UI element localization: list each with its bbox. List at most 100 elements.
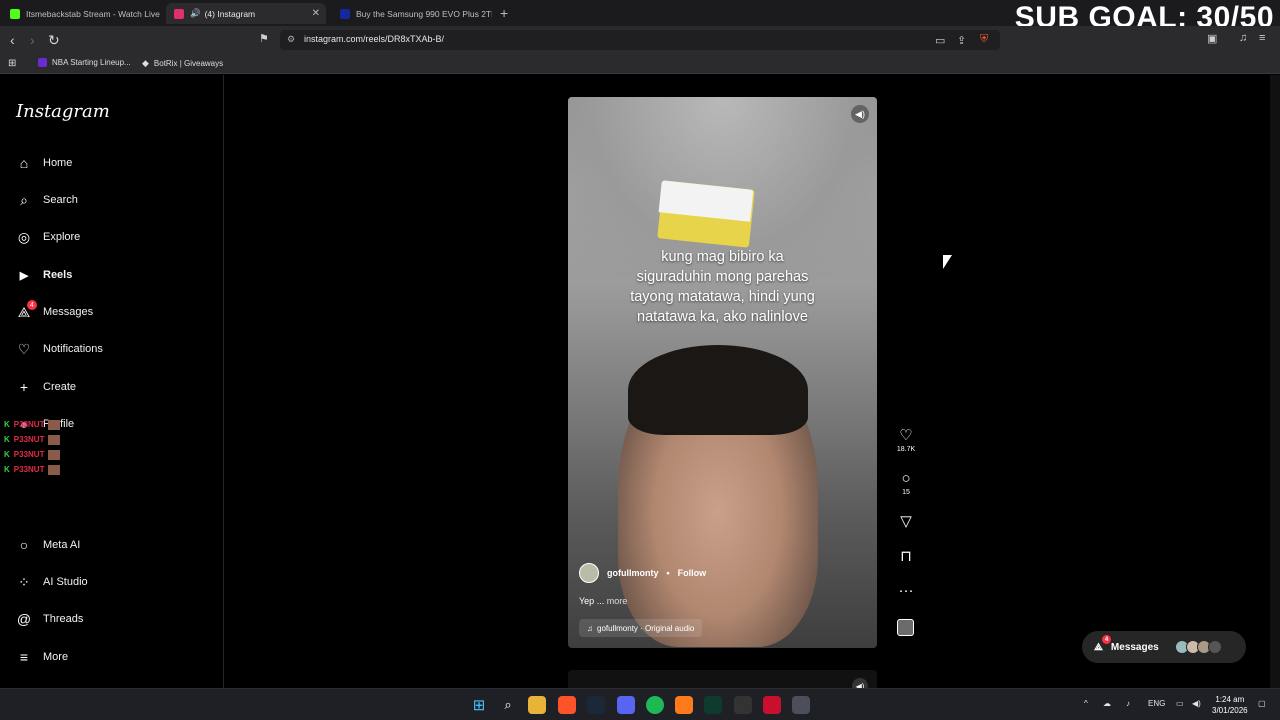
spotify-icon[interactable] [646,696,664,714]
like-count: 18.7K [896,446,916,453]
bookmark-icon[interactable]: ⚑ [259,32,269,45]
sidebar-item-ai-studio[interactable]: ⁘ AI Studio [16,568,88,596]
volume-icon[interactable]: ◀) [851,105,869,123]
search-icon: ⌕ [20,191,28,208]
sidebar-item-label: Messages [43,306,94,318]
audio-link[interactable]: ♫ gofullmonty · Original audio [579,619,703,637]
speaker-icon: 🔊 [190,8,201,18]
samsung-icon [340,8,350,19]
apps-icon[interactable]: ⊞ [8,58,16,69]
sidebar-item-notifications[interactable]: ♡ Notifications [16,335,103,363]
chat-user: P33NUT [13,450,45,459]
messages-label: Messages [1110,641,1159,653]
chat-user: P33NUT [13,420,45,429]
cast-icon[interactable]: ▭ [935,34,945,47]
kick-badge: K [4,420,10,429]
windows-taskbar: ⊞ ⌕ ^ ☁ ♪ ENG ▭ ◀) 1:24 am 3/01/2026 ▢ [0,688,1280,720]
search-icon[interactable]: ⌕ [499,696,517,714]
kick-badge: K [4,435,10,444]
chat-user: P33NUT [13,465,45,474]
follow-button[interactable]: Follow [678,568,707,578]
site-info-icon[interactable]: ⚙ [287,34,295,45]
sidebar-item-explore[interactable]: ◎ Explore [16,223,80,251]
url-field[interactable]: ⚙ instagram.com/reels/DR8xTXAb-B/ ▭ ⇪ ⛨ [280,30,1000,50]
sidebar-item-search[interactable]: ⌕ Search [16,186,78,214]
sidebar-item-meta-ai[interactable]: ○ Meta AI [16,531,81,559]
notification-icon[interactable]: ▢ [1258,699,1266,708]
app-icon[interactable] [675,696,693,714]
messages-pill[interactable]: ⟁ 4 Messages [1082,631,1246,663]
windows-start-icon[interactable]: ⊞ [470,696,488,714]
app-icon[interactable] [734,696,752,714]
tab-title: Itsmebackstab Stream - Watch Live o [26,8,160,19]
audio-thumbnail[interactable] [897,619,914,636]
like-button[interactable]: ♡ 18.7K [892,427,920,453]
close-tab-icon[interactable]: ✕ [312,8,320,19]
sidebar-item-create[interactable]: + Create [16,373,76,401]
sidebar-item-threads[interactable]: @ Threads [16,605,83,633]
caption-line: tayong matatawa, hindi yung [630,289,815,305]
music-icon: ♫ [587,623,593,633]
plus-icon: + [19,379,29,395]
avatar[interactable] [579,563,599,583]
avatar [1208,640,1222,654]
bookmark-label: BotRix | Giveaways [153,59,224,68]
discord-icon[interactable] [617,696,635,714]
sidebar-item-more[interactable]: ≡ More [16,643,68,671]
sidebar-toggle-icon[interactable]: ▣ [1207,32,1217,45]
save-button[interactable]: ⊓ [892,548,920,566]
kick-badge: K [4,450,10,459]
sidebar-item-label: Threads [43,613,84,625]
clock-date: 3/01/2026 [1212,706,1248,715]
comment-icon: ○ [901,470,911,487]
instagram-logo[interactable]: Instagram [16,101,110,122]
onedrive-icon[interactable]: ☁ [1103,699,1111,708]
kick-icon [10,8,20,19]
nba-icon [38,58,47,67]
botrix-icon: ◆ [142,58,149,68]
steam-icon[interactable] [587,696,605,714]
network-icon[interactable]: ▭ [1176,699,1184,708]
microphone-icon[interactable]: ♪ [1126,699,1130,708]
tab-kick-stream[interactable]: Itsmebackstab Stream - Watch Live o [2,3,160,24]
sidebar-item-label: Home [43,157,73,169]
reload-icon[interactable]: ↻ [48,32,60,49]
file-explorer-icon[interactable] [528,696,546,714]
new-tab-button[interactable]: + [500,5,508,21]
tab-samsung[interactable]: Buy the Samsung 990 EVO Plus 2TB [332,3,492,24]
menu-icon[interactable]: ≡ [1259,32,1265,44]
heart-icon: ♡ [17,340,31,357]
mouse-cursor [943,255,952,269]
author-name[interactable]: gofullmonty [607,568,659,578]
volume-icon[interactable]: ◀) [1192,699,1201,708]
chevron-up-icon[interactable]: ^ [1084,699,1088,708]
system-clock[interactable]: 1:24 am 3/01/2026 [1212,694,1248,716]
tab-instagram[interactable]: 🔊 (4) Instagram ✕ [166,3,326,24]
sidebar-item-home[interactable]: ⌂ Home [16,149,73,177]
reel-video[interactable]: kung mag bibiro ka siguraduhin mong pare… [568,97,877,648]
emote-icon [48,464,61,475]
settings-icon[interactable] [792,696,810,714]
back-icon[interactable]: ‹ [10,32,15,48]
bookmark-botrix[interactable]: ◆ BotRix | Giveaways [142,58,223,69]
bookmark-nba[interactable]: NBA Starting Lineup... [38,58,131,67]
more-link[interactable]: more [607,596,628,606]
scrollbar[interactable] [1270,75,1280,688]
menu-icon: ≡ [19,649,29,665]
caption-line: natatawa ka, ako nalinlove [637,309,808,325]
brave-shield-icon[interactable]: ⛨ [980,33,988,46]
sidebar-item-reels[interactable]: ▶ Reels [16,261,73,289]
app-icon[interactable] [763,696,781,714]
comment-button[interactable]: ○ 15 [892,470,920,496]
brave-icon[interactable] [558,696,576,714]
terminal-icon[interactable] [704,696,722,714]
chat-line: K P33NUT [4,432,61,447]
forward-icon[interactable]: › [30,32,35,48]
share-icon[interactable]: ⇪ [957,34,966,47]
language-indicator[interactable]: ENG [1148,699,1165,708]
reels-icon: ▶ [19,269,29,282]
more-options-button[interactable]: ··· [892,582,920,600]
media-icon[interactable]: ♫ [1239,32,1247,44]
sidebar-item-messages[interactable]: ⟁ 4 Messages [16,298,93,326]
share-button[interactable]: ▽ [892,513,920,531]
